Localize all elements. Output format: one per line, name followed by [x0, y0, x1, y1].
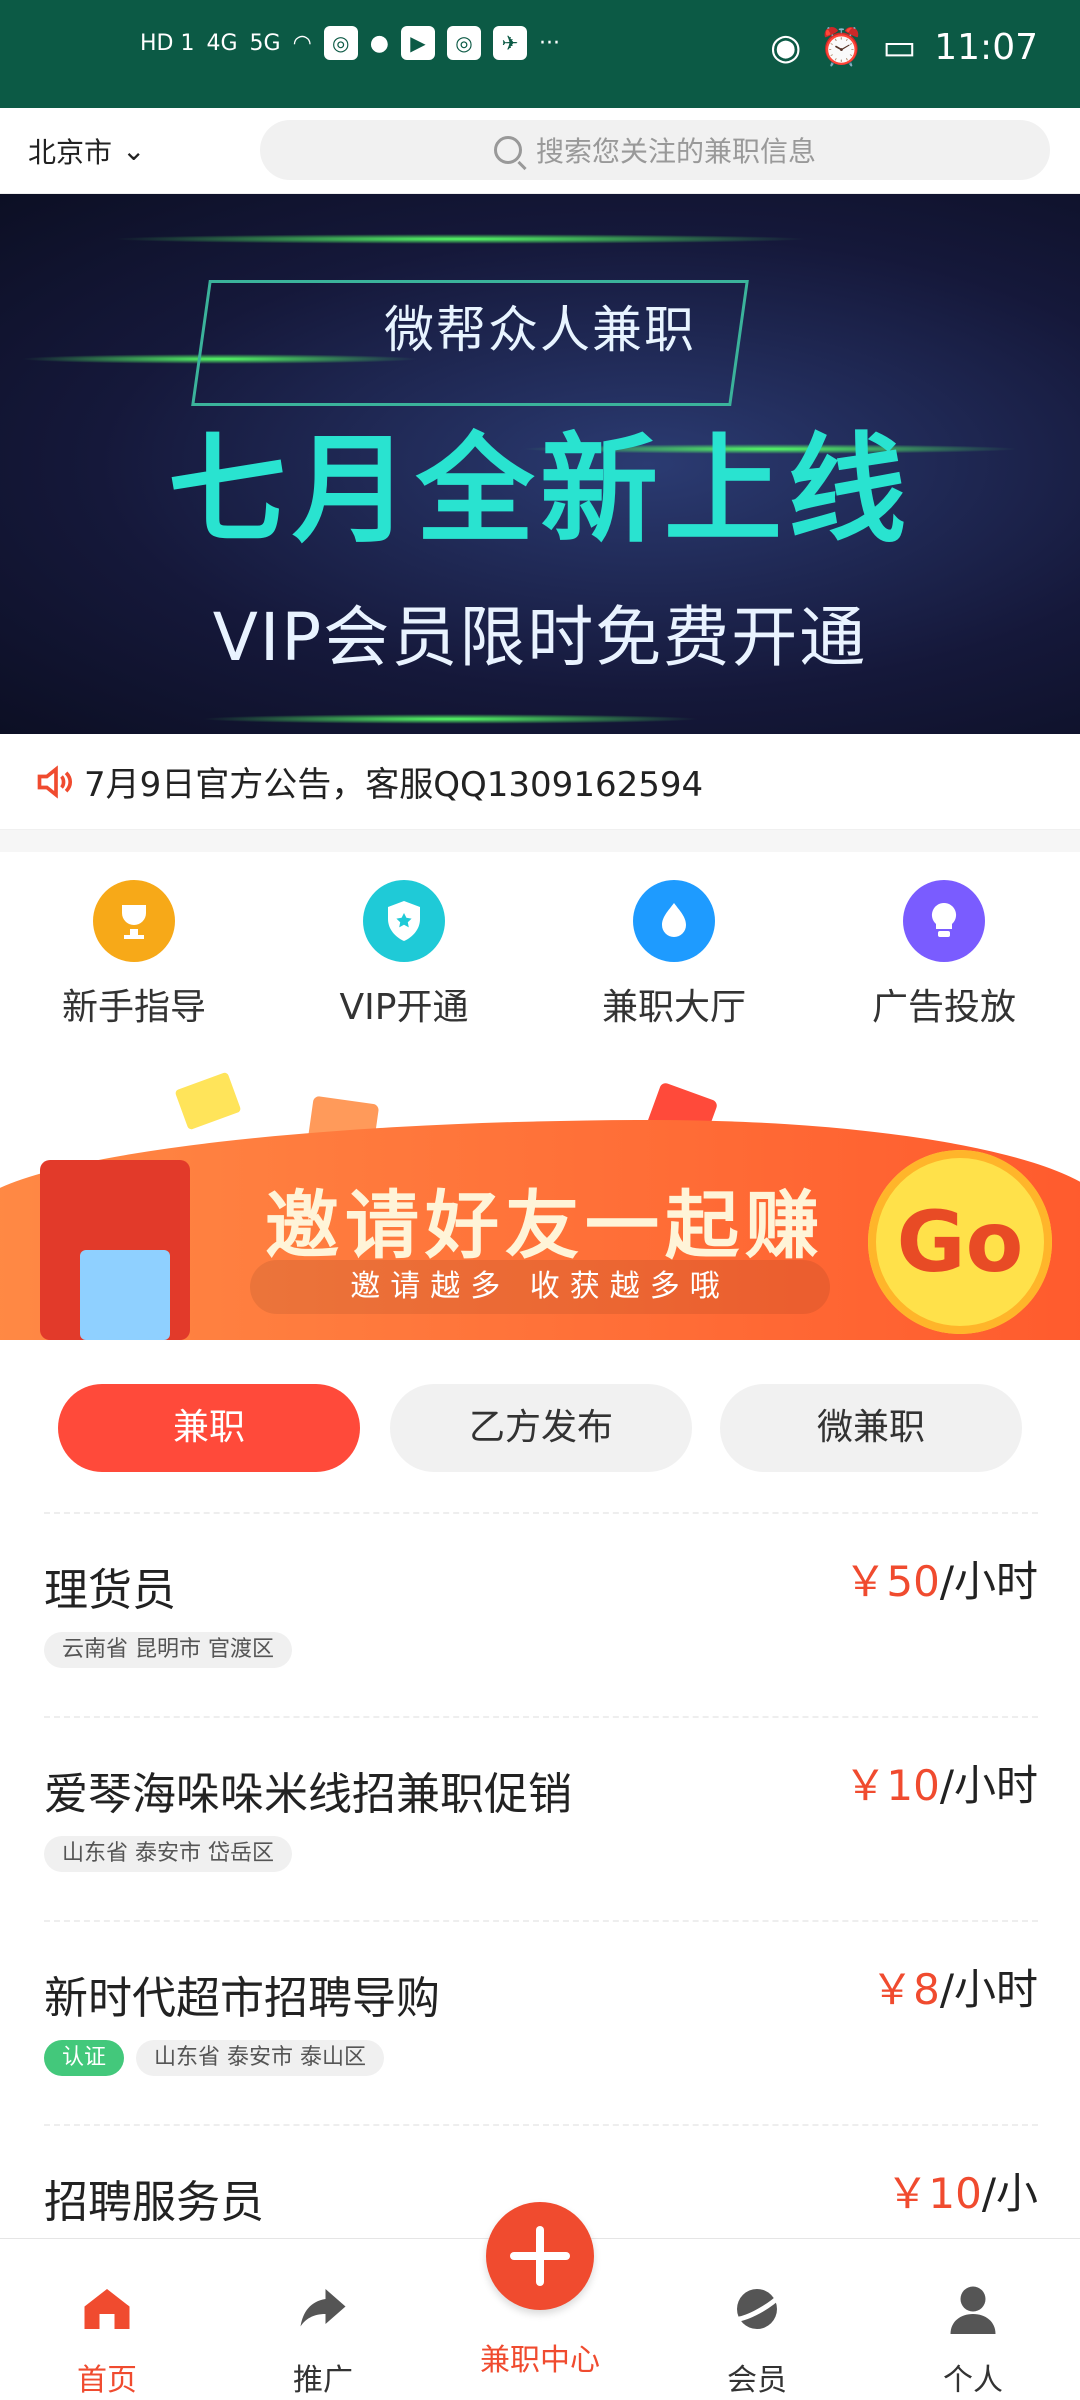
nav-label: 会员 [727, 2363, 787, 2398]
location-tag: 山东省 泰安市 泰山区 [136, 2040, 385, 2076]
app-red-icon: ✈ [492, 26, 527, 60]
job-price-value: ￥10 [844, 1761, 940, 1810]
city-label: 北京市 [28, 135, 113, 169]
invite-banner[interactable]: 邀请好友一起赚 邀请越多 收获越多哦 Go [0, 1060, 1080, 1340]
invite-subtitle: 邀请越多 收获越多哦 [250, 1260, 830, 1314]
tab-part-time[interactable]: 兼职 [58, 1384, 360, 1472]
job-tags: 山东省 泰安市 岱岳区 [44, 1836, 304, 1872]
hd1-label: HD 1 [140, 30, 195, 56]
location-tag: 云南省 昆明市 官渡区 [44, 1632, 292, 1668]
announcement-text: 7月9日官方公告，客服QQ1309162594 [84, 765, 704, 805]
quick-link-label: 兼职大厅 [601, 987, 746, 1028]
job-tags: 云南省 昆明市 官渡区 [44, 1632, 304, 1668]
invite-title: 邀请好友一起赚 [265, 1183, 825, 1269]
banner-title: 七月全新上线 [167, 421, 912, 559]
job-price-value: ￥10 [886, 2169, 982, 2218]
network-4g-label: 4G [206, 30, 238, 56]
top-bar: 北京市 ⌄ 搜索您关注的兼职信息 [0, 108, 1080, 194]
job-price-value: ￥50 [844, 1557, 940, 1606]
city-selector[interactable]: 北京市 ⌄ [28, 131, 145, 171]
banner-subtitle: VIP会员限时免费开通 [212, 599, 868, 676]
chat-icon: ● [369, 30, 389, 56]
nav-promote[interactable]: 推广 [238, 2279, 408, 2399]
job-price: ￥50/小时 [844, 1554, 1038, 1610]
nav-label: 个人 [943, 2363, 1003, 2398]
job-row[interactable]: 理货员 ￥50/小时 云南省 昆明市 官渡区 [44, 1512, 1038, 1716]
tab-micro-part-time[interactable]: 微兼职 [720, 1384, 1022, 1472]
job-price-unit: /小时 [939, 1557, 1038, 1606]
quick-link-hall[interactable]: 兼职大厅 [574, 880, 774, 1030]
status-left: HD 1 4G 5G ◠ ◎ ● ▶ ◎ ✈ ··· [140, 26, 560, 60]
job-price: ￥8/小时 [871, 1962, 1038, 2018]
nav-home[interactable]: 首页 [22, 2279, 192, 2399]
quick-link-ads[interactable]: 广告投放 [844, 880, 1044, 1030]
divider [0, 830, 1080, 852]
quick-link-guide[interactable]: 新手指导 [34, 880, 234, 1030]
job-price: ￥10/小时 [844, 1758, 1038, 1814]
promo-banner[interactable]: 微帮众人兼职 七月全新上线 VIP会员限时免费开通 [0, 194, 1080, 734]
drop-icon [633, 880, 715, 962]
quick-link-label: 广告投放 [871, 987, 1016, 1028]
user-icon [950, 2286, 996, 2334]
banner-brand: 微帮众人兼职 [384, 301, 696, 359]
bulb-icon [903, 880, 985, 962]
job-row[interactable]: 爱琴海哚哚米线招兼职促销 ￥10/小时 山东省 泰安市 岱岳区 [44, 1716, 1038, 1920]
job-price-value: ￥8 [871, 1965, 940, 2014]
job-tags: 认证 山东省 泰安市 泰山区 [44, 2040, 396, 2076]
alarm-icon: ⏰ [819, 27, 865, 68]
trophy-icon [93, 880, 175, 962]
wifi-icon: ◠ [292, 30, 312, 56]
job-title: 爱琴海哚哚米线招兼职促销 [44, 1769, 572, 1820]
go-button[interactable]: Go [868, 1150, 1052, 1334]
chevron-down-icon: ⌄ [122, 134, 146, 167]
job-title: 招聘服务员 [44, 2177, 264, 2228]
job-price-unit: /小 [981, 2169, 1038, 2218]
quick-link-label: VIP开通 [339, 987, 469, 1028]
search-icon [493, 136, 522, 164]
more-icon: ··· [538, 30, 560, 56]
nav-label: 兼职中心 [480, 2343, 600, 2378]
gift-icon [80, 1250, 170, 1340]
category-tabs: 兼职 乙方发布 微兼职 [0, 1384, 1080, 1474]
nav-job-center[interactable]: 兼职中心 [455, 2335, 625, 2379]
announcement-bar[interactable]: 7月9日官方公告，客服QQ1309162594 [0, 734, 1080, 830]
status-bar: HD 1 4G 5G ◠ ◎ ● ▶ ◎ ✈ ··· ◉ ⏰ ▭ 11:07 [0, 0, 1080, 108]
share-icon [300, 2289, 346, 2327]
quick-link-label: 新手指导 [61, 987, 206, 1028]
status-right: ◉ ⏰ ▭ 11:07 [769, 26, 1038, 69]
search-placeholder: 搜索您关注的兼职信息 [535, 135, 816, 168]
nav-label: 首页 [77, 2363, 137, 2398]
app-notification-icon: ◎ [323, 26, 358, 60]
job-price: ￥10/小 [886, 2166, 1038, 2222]
quick-link-vip[interactable]: VIP开通 [304, 880, 504, 1030]
shield-star-icon [363, 880, 445, 962]
job-title: 新时代超市招聘导购 [44, 1973, 440, 2024]
time-label: 11:07 [934, 26, 1038, 68]
eye-icon: ◉ [769, 26, 802, 68]
video-icon: ▶ [400, 26, 435, 60]
nav-label: 推广 [293, 2363, 353, 2398]
quick-links: 新手指导 VIP开通 兼职大厅 广告投放 [0, 870, 1080, 1040]
location-tag: 山东省 泰安市 岱岳区 [44, 1836, 292, 1872]
verified-badge: 认证 [44, 2040, 125, 2076]
nav-profile[interactable]: 个人 [888, 2279, 1058, 2399]
app-notification-icon-2: ◎ [446, 26, 481, 60]
search-input[interactable]: 搜索您关注的兼职信息 [260, 120, 1050, 180]
home-icon [84, 2289, 130, 2329]
plus-icon[interactable] [486, 2202, 594, 2310]
job-row[interactable]: 新时代超市招聘导购 ￥8/小时 认证 山东省 泰安市 泰山区 [44, 1920, 1038, 2124]
job-title: 理货员 [44, 1565, 176, 1616]
network-5g-label: 5G [249, 30, 281, 56]
tab-party-b-publish[interactable]: 乙方发布 [390, 1384, 692, 1472]
planet-icon [731, 2289, 784, 2329]
job-price-unit: /小时 [939, 1761, 1038, 1810]
battery-icon: ▭ [882, 26, 917, 68]
speaker-icon [37, 764, 73, 799]
job-price-unit: /小时 [939, 1965, 1038, 2014]
nav-member[interactable]: 会员 [672, 2279, 842, 2399]
